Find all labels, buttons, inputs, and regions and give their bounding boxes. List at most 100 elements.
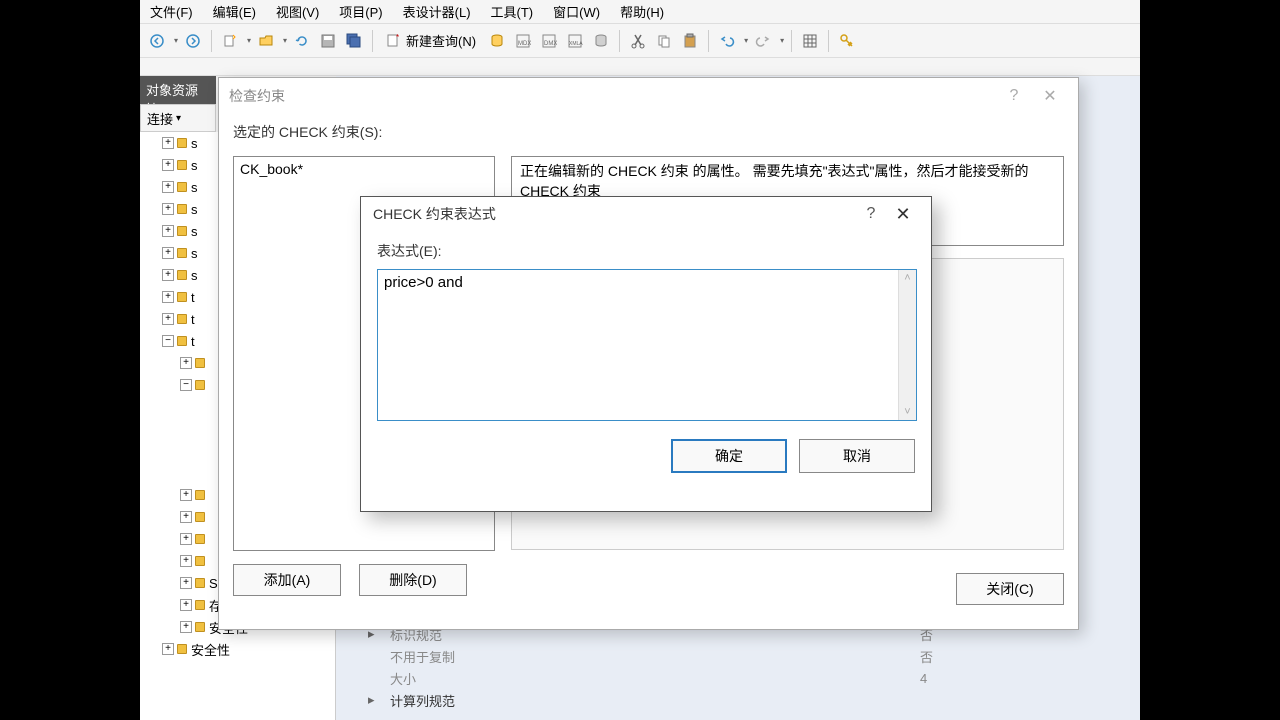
folder-icon [177, 160, 187, 170]
paste-icon[interactable] [679, 30, 701, 52]
tree-node[interactable]: s [191, 158, 198, 173]
copy-icon[interactable] [653, 30, 675, 52]
save-icon[interactable] [317, 30, 339, 52]
help-button[interactable]: ? [855, 205, 887, 223]
menu-designer[interactable]: 表设计器(L) [393, 0, 481, 24]
property-grid: ▸标识规范否 不用于复制否 大小4 ▸计算列规范 [360, 623, 1120, 711]
tree-node[interactable]: s [191, 246, 198, 261]
menu-project[interactable]: 项目(P) [329, 0, 392, 24]
cut-icon[interactable] [627, 30, 649, 52]
check-expression-dialog: CHECK 约束表达式 ? ✕ 表达式(E): ˄˅ 确定 取消 [360, 196, 932, 512]
menu-tools[interactable]: 工具(T) [481, 0, 544, 24]
tree-node[interactable]: t [191, 312, 195, 327]
svg-text:MDX: MDX [518, 41, 531, 47]
back-dropdown[interactable]: ▾ [174, 36, 178, 45]
tree-expander[interactable]: + [162, 181, 174, 193]
dialog-titlebar[interactable]: 检查约束 ? ✕ [219, 78, 1078, 114]
folder-icon [177, 182, 187, 192]
folder-icon [195, 490, 205, 500]
back-button[interactable] [146, 30, 168, 52]
menu-view[interactable]: 视图(V) [266, 0, 329, 24]
tree-expander[interactable]: + [162, 247, 174, 259]
tree-expander[interactable]: + [180, 489, 192, 501]
expression-label: 表达式(E): [377, 241, 915, 261]
redo-dropdown[interactable]: ▾ [780, 36, 784, 45]
tree-expander[interactable]: + [180, 599, 192, 611]
new-item-dropdown[interactable]: ▾ [247, 36, 251, 45]
new-item-icon[interactable] [219, 30, 241, 52]
db-icon-1[interactable] [486, 30, 508, 52]
cancel-button[interactable]: 取消 [799, 439, 915, 473]
tree-expander[interactable]: + [162, 313, 174, 325]
tree-expander[interactable]: + [162, 137, 174, 149]
menu-file[interactable]: 文件(F) [140, 0, 203, 24]
folder-icon [195, 380, 205, 390]
tree-node[interactable]: t [191, 334, 195, 349]
refresh-icon[interactable] [291, 30, 313, 52]
forward-button[interactable] [182, 30, 204, 52]
tree-expander[interactable]: + [180, 357, 192, 369]
tree-expander[interactable]: + [180, 577, 192, 589]
object-explorer-header: 对象资源管 [140, 76, 216, 104]
tree-expander[interactable]: + [162, 225, 174, 237]
tree-expander[interactable]: + [180, 533, 192, 545]
xmla-icon[interactable]: XMLA [564, 30, 586, 52]
tree-node[interactable]: t [191, 290, 195, 305]
prop-label: 大小 [360, 669, 920, 688]
tree-expander[interactable]: + [180, 555, 192, 567]
dmx-icon[interactable]: DMX [538, 30, 560, 52]
menu-help[interactable]: 帮助(H) [610, 0, 674, 24]
folder-icon [177, 204, 187, 214]
save-all-icon[interactable] [343, 30, 365, 52]
folder-icon [177, 292, 187, 302]
scroll-down-icon[interactable]: ˅ [904, 406, 910, 418]
svg-text:XMLA: XMLA [569, 41, 583, 47]
expand-arrow-icon[interactable]: ▸ [368, 692, 375, 708]
scrollbar[interactable]: ˄˅ [898, 270, 916, 420]
connect-label: 连接 [147, 109, 173, 128]
tree-node[interactable]: s [191, 136, 198, 151]
menu-edit[interactable]: 编辑(E) [203, 0, 266, 24]
folder-icon [195, 622, 205, 632]
close-dialog-button[interactable]: 关闭(C) [956, 573, 1064, 605]
dialog-title: CHECK 约束表达式 [373, 204, 855, 224]
tree-expander[interactable]: + [162, 159, 174, 171]
tree-expander[interactable]: + [180, 511, 192, 523]
help-button[interactable]: ? [996, 87, 1032, 105]
folder-icon [177, 644, 187, 654]
scroll-up-icon[interactable]: ˄ [904, 272, 910, 284]
open-icon[interactable] [255, 30, 277, 52]
mdx-icon[interactable]: MDX [512, 30, 534, 52]
ok-button[interactable]: 确定 [671, 439, 787, 473]
dialog-titlebar[interactable]: CHECK 约束表达式 ? ✕ [361, 197, 931, 231]
close-button[interactable]: ✕ [887, 204, 919, 225]
constraint-item[interactable]: CK_book* [240, 161, 488, 177]
open-dropdown[interactable]: ▾ [283, 36, 287, 45]
tree-expander[interactable]: + [162, 269, 174, 281]
tree-expander[interactable]: + [180, 621, 192, 633]
undo-icon[interactable] [716, 30, 738, 52]
tree-expander[interactable]: + [162, 203, 174, 215]
tree-node[interactable]: s [191, 268, 198, 283]
new-query-button[interactable]: * 新建查询(N) [380, 29, 482, 52]
tree-node[interactable]: s [191, 180, 198, 195]
menu-window[interactable]: 窗口(W) [543, 0, 610, 24]
delete-button[interactable]: 删除(D) [359, 564, 467, 596]
redo-icon[interactable] [752, 30, 774, 52]
expression-input[interactable] [378, 270, 898, 420]
tree-expander[interactable]: − [162, 335, 174, 347]
db-icon-2[interactable] [590, 30, 612, 52]
tree-node[interactable]: s [191, 202, 198, 217]
key-icon[interactable] [836, 30, 858, 52]
folder-icon [195, 358, 205, 368]
undo-dropdown[interactable]: ▾ [744, 36, 748, 45]
tree-expander[interactable]: − [180, 379, 192, 391]
tree-expander[interactable]: + [162, 643, 174, 655]
close-button[interactable]: ✕ [1032, 86, 1068, 106]
tree-node[interactable]: s [191, 224, 198, 239]
tree-node[interactable]: 安全性 [191, 640, 230, 659]
connect-button[interactable]: 连接 ▾ [140, 104, 216, 132]
tree-expander[interactable]: + [162, 291, 174, 303]
add-button[interactable]: 添加(A) [233, 564, 341, 596]
grid-icon[interactable] [799, 30, 821, 52]
